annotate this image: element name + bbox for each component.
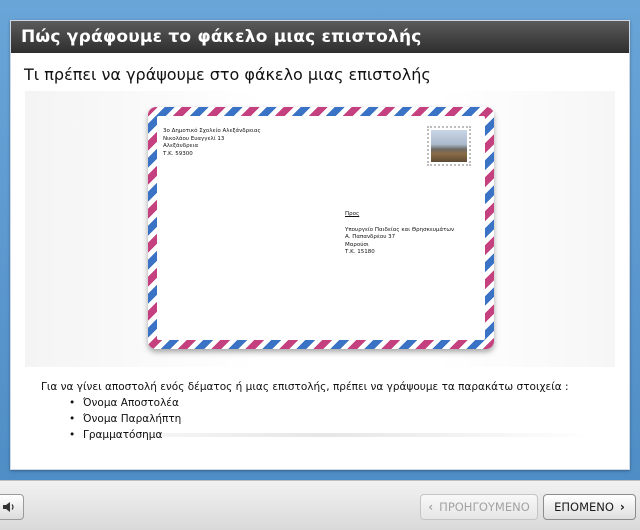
list-item: Γραμματόσημα [69,427,569,443]
bullet-list: Όνομα Αποστολέα Όνομα Παραλήπτη Γραμματό… [69,395,569,443]
chevron-left-icon: ‹ [428,500,434,514]
stamp-picture [431,130,467,162]
body-intro: Για να γίνει αποστολή ενός δέματος ή μια… [41,381,569,393]
recipient-address: Προς Υπουργείο Παιδείας και Θρησκευμάτων… [345,211,454,257]
envelope-image: 3ο Δημοτικό Σχολείο Αλεξάνδρειας Νικολάο… [148,107,494,349]
recipient-line: Μαρούσι [345,241,369,248]
navigation-bar: ‹ ΠΡΟΗΓΟΥΜΕΝΟ ΕΠΟΜΕΝΟ › [0,480,640,530]
next-button-label: ΕΠΟΜΕΝΟ [554,500,614,514]
stage-background: Πώς γράφουμε το φάκελο μιας επιστολής Τι… [0,0,640,480]
previous-button[interactable]: ‹ ΠΡΟΗΓΟΥΜΕΝΟ [420,494,538,520]
chevron-right-icon: › [619,500,625,514]
speaker-icon [3,502,14,512]
sender-line: Αλεξάνδρεια [163,143,199,150]
recipient-label: Προς [345,211,360,217]
slide-body: Για να γίνει αποστολή ενός δέματος ή μια… [41,379,569,443]
recipient-line: Α. Παπανδρέου 37 [345,234,396,241]
slide-title: Πώς γράφουμε το φάκελο μιας επιστολής [11,21,629,53]
list-item: Όνομα Παραλήπτη [69,411,569,427]
audio-button[interactable] [0,494,24,520]
previous-button-label: ΠΡΟΗΓΟΥΜΕΝΟ [439,500,530,514]
slide-subtitle: Τι πρέπει να γράψουμε στο φάκελο μιας επ… [24,65,431,84]
sender-line: Τ.Κ. 59300 [163,150,193,157]
postage-stamp [427,126,471,166]
envelope-face: 3ο Δημοτικό Σχολείο Αλεξάνδρειας Νικολάο… [157,116,485,340]
sender-line: 3ο Δημοτικό Σχολείο Αλεξάνδρειας [163,128,261,134]
list-item: Όνομα Αποστολέα [69,395,569,411]
sender-address: 3ο Δημοτικό Σχολείο Αλεξάνδρειας Νικολάο… [163,128,261,158]
next-button[interactable]: ΕΠΟΜΕΝΟ › [543,494,636,520]
slide-panel: Πώς γράφουμε το φάκελο μιας επιστολής Τι… [10,20,630,470]
recipient-line: Τ.Κ. 15180 [345,249,375,256]
